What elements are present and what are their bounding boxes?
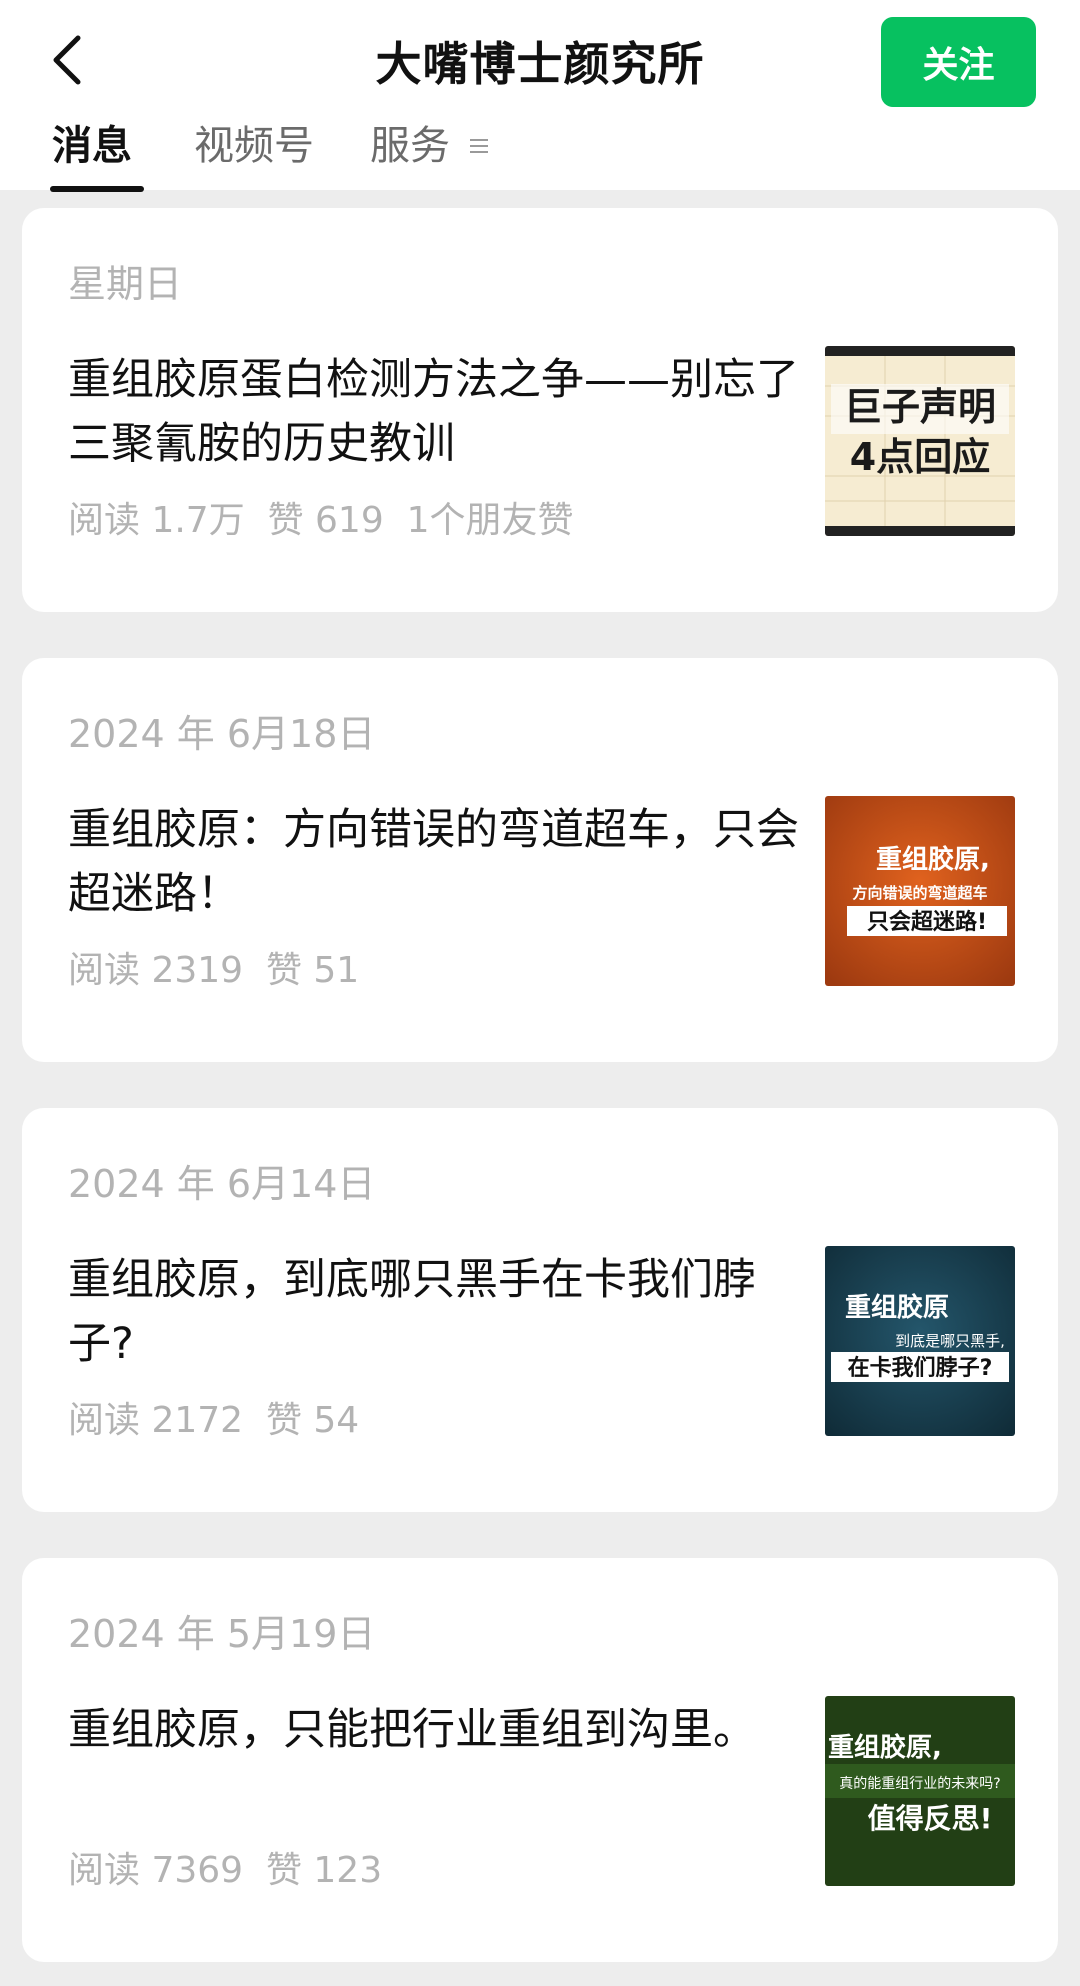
article-card[interactable]: 2024 年 6月14日 重组胶原，到底哪只黑手在卡我们脖子? 阅读 2172 …	[22, 1108, 1058, 1512]
tab-bar: 消息 视频号 服务	[0, 120, 1080, 192]
article-date: 2024 年 5月19日	[68, 1612, 376, 1656]
article-stats: 阅读 7369 赞 123	[68, 1850, 383, 1891]
thumb-text-line: 4点回应	[850, 435, 990, 479]
top-bar: 大嘴博士颜究所 关注 消息 视频号 服务	[0, 0, 1080, 192]
article-date: 2024 年 6月18日	[68, 712, 376, 756]
article-card[interactable]: 2024 年 6月18日 重组胶原：方向错误的弯道超车，只会超迷路！ 阅读 23…	[22, 658, 1058, 1062]
article-title[interactable]: 重组胶原，到底哪只黑手在卡我们脖子?	[68, 1248, 808, 1376]
active-tab-indicator	[50, 186, 144, 192]
thumb-text-line: 到底是哪只黑手,	[895, 1332, 1005, 1350]
thumb-text-line: 真的能重组行业的未来吗?	[839, 1776, 1000, 1792]
menu-lines-icon[interactable]	[468, 136, 490, 156]
article-thumbnail[interactable]: 重组胶原, 方向错误的弯道超车 只会超迷路!	[825, 796, 1015, 986]
thumb-text-line: 重组胶原,	[876, 844, 990, 875]
article-date: 2024 年 6月14日	[68, 1162, 376, 1206]
article-thumbnail[interactable]: 重组胶原 到底是哪只黑手, 在卡我们脖子?	[825, 1246, 1015, 1436]
article-card[interactable]: 2024 年 5月19日 重组胶原，只能把行业重组到沟里。 阅读 7369 赞 …	[22, 1558, 1058, 1962]
article-thumbnail[interactable]: 重组胶原, 真的能重组行业的未来吗? 值得反思!	[825, 1696, 1015, 1886]
thumb-text-line: 巨子声明	[844, 385, 996, 429]
article-title[interactable]: 重组胶原蛋白检测方法之争——别忘了三聚氰胺的历史教训	[68, 348, 808, 476]
tab-channels[interactable]: 视频号	[194, 120, 314, 190]
thumb-text-line: 在卡我们脖子?	[848, 1355, 993, 1381]
thumb-text-line: 重组胶原,	[828, 1732, 942, 1763]
follow-button[interactable]: 关注	[881, 17, 1036, 107]
tab-messages[interactable]: 消息	[52, 120, 132, 190]
thumb-text-line: 值得反思!	[868, 1802, 993, 1835]
tab-services[interactable]: 服务	[370, 120, 450, 190]
article-title[interactable]: 重组胶原，只能把行业重组到沟里。	[68, 1698, 808, 1762]
article-title[interactable]: 重组胶原：方向错误的弯道超车，只会超迷路！	[68, 798, 808, 926]
article-thumbnail[interactable]: 巨子声明 4点回应	[825, 346, 1015, 536]
thumb-text-line: 重组胶原	[845, 1292, 949, 1323]
tab-services-label: 服务	[370, 123, 450, 169]
thumb-text-line: 方向错误的弯道超车	[852, 884, 987, 902]
article-stats: 阅读 2172 赞 54	[68, 1400, 360, 1441]
thumb-text-line: 只会超迷路!	[867, 909, 987, 935]
article-date: 星期日	[68, 262, 183, 306]
article-card[interactable]: 星期日 重组胶原蛋白检测方法之争——别忘了三聚氰胺的历史教训 阅读 1.7万 赞…	[22, 208, 1058, 612]
article-stats: 阅读 2319 赞 51	[68, 950, 360, 991]
article-stats: 阅读 1.7万 赞 619 1个朋友赞	[68, 500, 574, 541]
